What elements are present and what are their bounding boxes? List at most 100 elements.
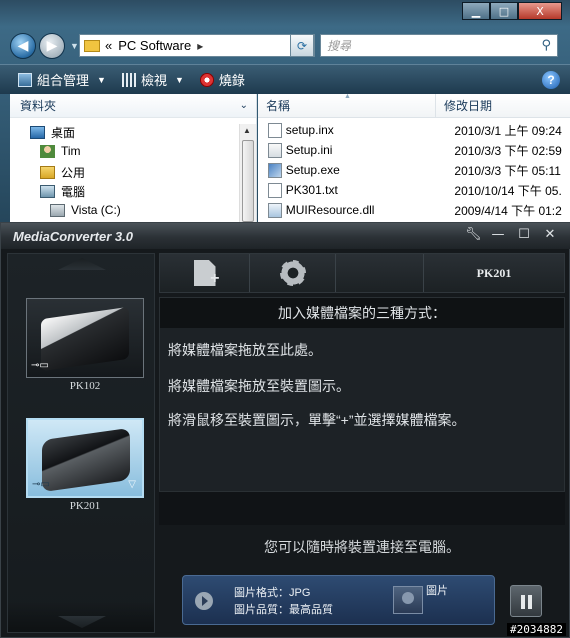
organize-button[interactable]: 組合管理 ▼ [18, 70, 106, 89]
tree-item-label: Tim [61, 144, 81, 158]
views-button[interactable]: 檢視 ▼ [121, 70, 184, 89]
search-input[interactable]: 搜尋 ⚲ [320, 34, 558, 57]
tree-item-label: 電腦 [61, 185, 86, 199]
forward-button[interactable]: ▶ [39, 33, 65, 59]
file-date: 2010/3/3 下午 05:11 [454, 163, 561, 178]
text-file-icon [268, 182, 282, 198]
device-label: PK102 [69, 380, 101, 392]
dll-file-icon [268, 202, 282, 218]
address-chevron-icon[interactable]: ▸ [197, 39, 203, 53]
tree-item-label: 桌面 [51, 126, 76, 140]
gear-icon [279, 260, 306, 286]
device-image [42, 427, 130, 493]
picture-thumbnail-icon [393, 586, 423, 614]
file-list-pane: 名稱 ▲ 修改日期 setup.inx 2010/3/1 上午 09:24 Se… [258, 93, 570, 222]
public-folder-icon [40, 166, 55, 179]
tree-item-tim[interactable]: Tim [40, 144, 81, 158]
file-date: 2009/4/14 下午 01:2 [454, 203, 562, 218]
address-folder[interactable]: PC Software [118, 38, 191, 53]
file-name: MUIResource.dll [285, 203, 375, 217]
file-row[interactable]: MUIResource.dll 2009/4/14 下午 01:2 [258, 200, 570, 220]
device-label: PK201 [69, 500, 101, 512]
folder-tree-header[interactable]: 資料夾 ⌄ [10, 94, 256, 118]
file-row[interactable]: Setup.ini 2010/3/3 下午 02:59 [258, 140, 570, 160]
folder-tree-title: 資料夾 [20, 99, 57, 113]
device-image [41, 306, 129, 372]
watermark: #2034882 [507, 623, 566, 636]
address-bar[interactable]: « PC Software ▸ ▼ [79, 34, 315, 57]
current-device-tab[interactable]: PK201 [424, 254, 564, 292]
settings-file-icon [268, 142, 282, 158]
search-icon[interactable]: ⚲ [541, 38, 551, 53]
user-folder-icon [40, 144, 55, 158]
views-label: 檢視 [140, 73, 167, 88]
back-button[interactable]: ◀ [10, 33, 36, 59]
command-bar: 組合管理 ▼ 檢視 ▼ 燒錄 ? [0, 64, 570, 94]
file-date: 2010/3/3 下午 02:59 [454, 143, 562, 158]
application-icon [268, 162, 282, 178]
scroll-up-icon[interactable]: ▲ [243, 126, 251, 135]
add-media-button[interactable]: + [160, 254, 250, 292]
column-date-label: 修改日期 [444, 99, 493, 113]
tree-item-drive-c[interactable]: Vista (C:) [50, 203, 121, 217]
usb-icon: ⊸▭ [32, 479, 50, 490]
instruction-line: 將媒體檔案拖放至裝置圖示。 [168, 378, 350, 394]
device-card-pk201[interactable]: ⊸▭ ▽ [26, 418, 144, 498]
close-button[interactable]: X [518, 2, 562, 20]
pause-button[interactable] [510, 585, 542, 617]
device-panel-footer [8, 602, 154, 632]
scroll-up-arrow[interactable] [58, 258, 106, 270]
minimize-button[interactable]: — [491, 227, 505, 242]
instruction-line: 將滑鼠移至裝置圖示，單擊“+”並選擇媒體檔案。 [168, 412, 466, 428]
chevron-down-icon: ▼ [174, 74, 184, 85]
settings-button[interactable] [250, 254, 336, 292]
settings-wrench-icon[interactable]: 🔧︎ [465, 227, 482, 242]
file-name: Setup.ini [285, 143, 333, 157]
column-name-label: 名稱 [266, 99, 291, 113]
tree-item-label: Vista (C:) [71, 203, 121, 217]
chevron-down-icon: ▼ [97, 74, 106, 85]
scrollbar-thumb[interactable] [242, 140, 254, 222]
file-row[interactable]: PK301.txt 2010/10/14 下午 05. [258, 180, 570, 200]
column-date-header[interactable]: 修改日期 [436, 94, 570, 117]
burn-button[interactable]: 燒錄 [199, 70, 245, 89]
column-headers: 名稱 ▲ 修改日期 [258, 93, 570, 118]
window-controls: ▁ □ X [462, 2, 562, 20]
file-row[interactable]: Setup.exe 2010/3/3 下午 05:11 [258, 160, 570, 180]
minimize-button[interactable]: ▁ [462, 2, 490, 20]
drop-area-footer [159, 491, 565, 525]
address-overflow[interactable]: « [105, 38, 112, 53]
column-name-header[interactable]: 名稱 ▲ [258, 93, 436, 117]
tree-item-computer[interactable]: 電腦 [40, 183, 85, 200]
folder-icon [84, 39, 100, 52]
maximize-button[interactable]: ☐ [517, 227, 531, 242]
title-bar[interactable]: MediaConverter 3.0 🔧︎ — ☐ ✕ [1, 223, 570, 249]
close-button[interactable]: ✕ [543, 227, 557, 242]
play-icon[interactable] [195, 592, 213, 610]
recent-pages-dropdown[interactable]: ▼ [70, 41, 79, 51]
window-controls: 🔧︎ — ☐ ✕ [465, 227, 557, 242]
tree-item-public[interactable]: 公用 [40, 164, 85, 181]
tree-scrollbar[interactable]: ▲ [239, 124, 256, 222]
help-icon[interactable]: ? [542, 71, 560, 89]
instruction-line: 將媒體檔案拖放至此處。 [168, 342, 322, 358]
sort-ascending-icon: ▲ [344, 93, 351, 100]
views-icon [121, 72, 136, 87]
scroll-down-arrow[interactable] [58, 616, 106, 628]
collapse-chevron-icon[interactable]: ⌄ [240, 100, 248, 111]
maximize-button[interactable]: □ [490, 2, 518, 20]
file-row[interactable]: setup.inx 2010/3/1 上午 09:24 [258, 120, 570, 140]
organize-label: 組合管理 [37, 73, 90, 88]
organize-icon [18, 72, 32, 87]
desktop-icon [30, 126, 45, 139]
explorer-window: ▁ □ X ◀ ▶ ▼ « PC Software ▸ ▼ ⟳ 搜尋 ⚲ 組合管… [0, 0, 570, 222]
tree-item-desktop[interactable]: 桌面 [30, 124, 75, 141]
device-card-pk102[interactable]: ⊸▭ [26, 298, 144, 378]
document-icon [268, 122, 282, 138]
file-date: 2010/10/14 下午 05. [454, 183, 562, 198]
device-menu-triangle-icon[interactable]: ▽ [128, 479, 136, 490]
refresh-button[interactable]: ⟳ [290, 34, 314, 57]
image-format-line: 圖片格式：JPG [234, 587, 311, 599]
toolbar: + PK201 [159, 253, 565, 293]
usb-icon: ⊸▭ [31, 360, 49, 371]
